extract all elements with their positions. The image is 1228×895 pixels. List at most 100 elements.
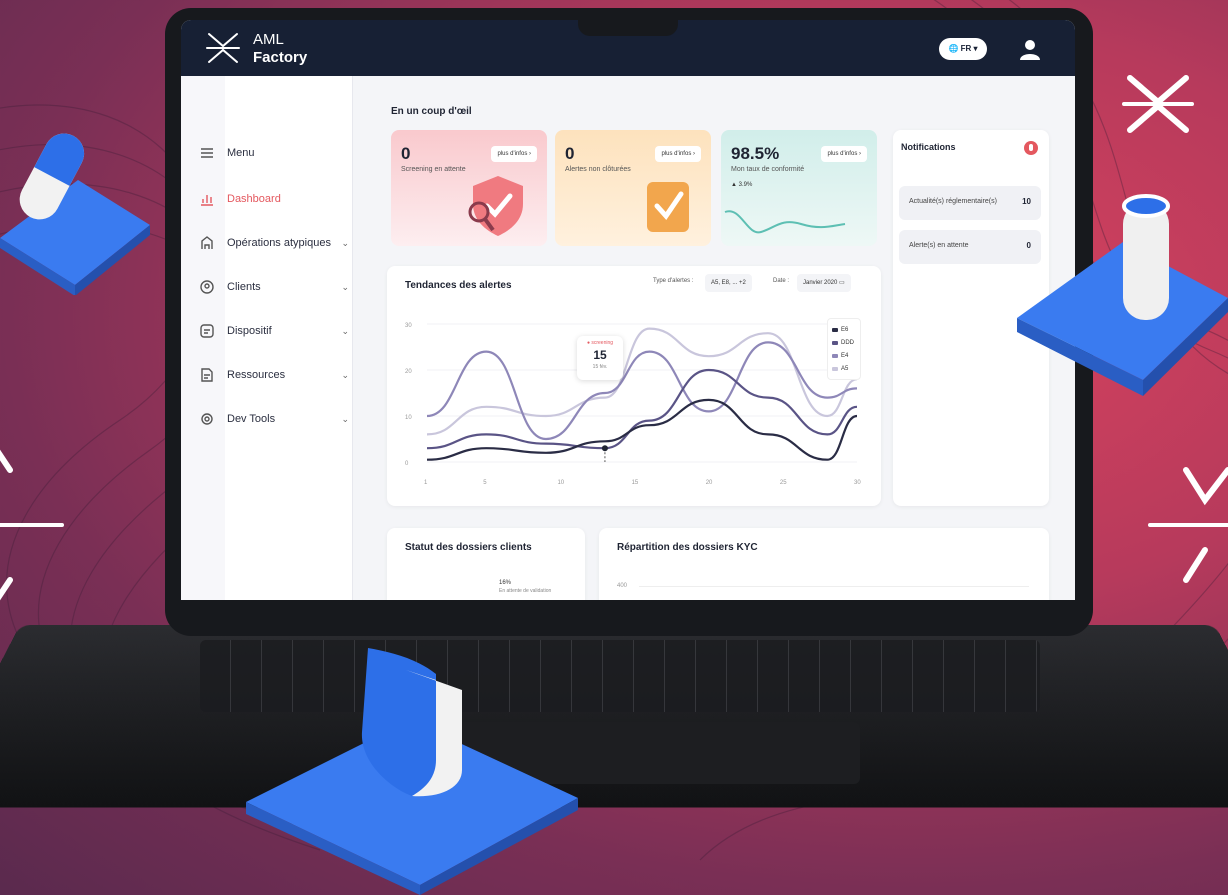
brand-name: AML Factory [253,31,307,67]
brand-line-1: AML [253,31,284,48]
sidebar-item-dev-tools[interactable]: Dev Tools ⌄ [199,406,349,432]
kpi-label: Mon taux de conformité [731,166,805,173]
more-info-button[interactable]: plus d'infos › [655,146,701,162]
tooltip-tag: ● screening [586,340,614,346]
kyc-axis-tick: 400 [617,583,628,589]
sidebar-item-label: Dispositif [227,325,272,337]
tooltip-value: 15 [593,348,607,362]
legend-swatch [832,366,838,371]
notification-label: Alerte(s) en attente [909,242,969,249]
legend-swatch [832,340,838,345]
sidebar-item-clients[interactable]: Clients ⌄ [199,274,349,300]
notification-label: Actualité(s) réglementaire(s) [909,198,997,205]
x-tick-label: 25 [780,480,787,486]
y-tick-label: 10 [405,415,412,421]
sidebar-item-label: Ressources [227,369,286,381]
kpi-label: Alertes non clôturées [565,166,631,173]
document-check-icon [647,182,689,232]
dashboard-icon [201,195,213,206]
sparkline [724,210,846,234]
legend-label: E6 [841,326,849,333]
sidebar: Menu Dashboard Opérations atypiques ⌄ Cl… [181,76,353,600]
sidebar-item-dispositif[interactable]: Dispositif ⌄ [199,318,349,344]
camera-notch [578,10,678,36]
sidebar-item-label: Menu [227,147,255,159]
app-screen: AML Factory 🌐 FR ▾ Menu Dashboard Opérat… [181,20,1075,600]
legend-item: DDD [832,336,856,349]
resources-icon [201,368,213,382]
kpi-card-screening[interactable]: 0 Screening en attente plus d'infos › [391,130,547,246]
y-tick-label: 20 [405,369,412,375]
kyc-title: Répartition des dossiers KYC [617,542,758,553]
kpi-delta: ▲ 3.9% [731,182,753,188]
chevron-down-icon: ⌄ [341,413,349,424]
dispositif-icon [200,324,214,338]
client-status-pct: 16% [499,580,512,586]
more-info-button[interactable]: plus d'infos › [491,146,537,162]
x-tick-label: 10 [557,480,564,486]
tooltip-date: 15 fév. [592,364,608,370]
language-label: FR [960,44,972,53]
chart-legend: E6 DDD E4 A5 [827,318,861,380]
legend-item: A5 [832,362,856,375]
x-tick-label: 1 [424,480,428,486]
kpi-card-alerts[interactable]: 0 Alertes non clôturées plus d'infos › [555,130,711,246]
section-title: En un coup d'œil [391,106,472,117]
chevron-down-icon: ⌄ [341,325,349,336]
chart-tooltip: ● screening 15 15 fév. [577,336,623,380]
main-content: En un coup d'œil 0 Screening en attente … [353,76,1075,600]
sidebar-item-menu[interactable]: Menu [199,140,349,166]
legend-label: E4 [841,352,849,359]
chevron-down-icon: ⌄ [341,237,349,248]
dev-tools-icon [201,413,213,425]
more-info-label: plus d'infos [497,151,528,157]
legend-item: E6 [832,323,856,336]
more-info-button[interactable]: plus d'infos › [821,146,867,162]
sidebar-item-operations[interactable]: Opérations atypiques ⌄ [199,230,349,256]
bell-icon[interactable] [1023,140,1039,156]
chevron-down-icon: ⌄ [341,369,349,380]
brand-line-2: Factory [253,49,308,66]
legend-swatch [832,353,838,358]
more-info-label: plus d'infos [827,151,858,157]
sidebar-item-label: Opérations atypiques [227,237,331,249]
x-tick-label: 20 [706,480,713,486]
more-info-label: plus d'infos [661,151,692,157]
legend-item: E4 [832,349,856,362]
series-line-e4 [426,341,858,441]
client-status-card: Statut des dossiers clients 16% En atten… [387,528,585,600]
sidebar-item-label: Dev Tools [227,413,276,425]
client-status-sub: En attente de validation [499,588,552,594]
y-tick-label: 30 [405,323,412,329]
shield-check-icon [468,176,523,236]
x-tick-label: 30 [854,480,861,486]
legend-swatch [832,327,838,332]
language-selector[interactable]: 🌐 FR ▾ [939,38,987,60]
test-tube-prop-icon [1017,194,1228,396]
kyc-gridline [639,586,1029,587]
user-avatar-icon[interactable] [1017,36,1043,62]
series-line-a5 [426,327,858,436]
sidebar-item-ressources[interactable]: Ressources ⌄ [199,362,349,388]
sidebar-item-dashboard[interactable]: Dashboard [199,186,349,212]
shield-prop-icon [246,648,578,895]
notifications-title: Notifications [901,142,956,152]
x-tick-label: 15 [632,480,639,486]
alert-trends-card: Tendances des alertes Type d'alertes : A… [387,266,881,506]
capsule-prop-icon [0,133,150,295]
kpi-card-compliance[interactable]: 98.5% Mon taux de conformité ▲ 3.9% plus… [721,130,877,246]
sidebar-item-label: Dashboard [227,193,281,205]
client-status-title: Statut des dossiers clients [405,542,532,553]
trend-line-chart: 01020301 5 10 15 20 25 30 [405,323,861,486]
menu-icon [201,148,213,158]
hover-point[interactable] [601,445,608,452]
kpi-value: 98.5% [731,144,780,163]
kpi-label: Screening en attente [401,166,466,173]
series-line-ddd [426,368,858,450]
kpi-value: 0 [401,144,411,163]
chevron-down-icon: ⌄ [341,281,349,292]
legend-label: A5 [841,365,849,372]
x-tick-label: 5 [483,480,487,486]
aml-logo-icon [206,33,240,63]
kyc-distribution-card: Répartition des dossiers KYC 400 [599,528,1049,600]
